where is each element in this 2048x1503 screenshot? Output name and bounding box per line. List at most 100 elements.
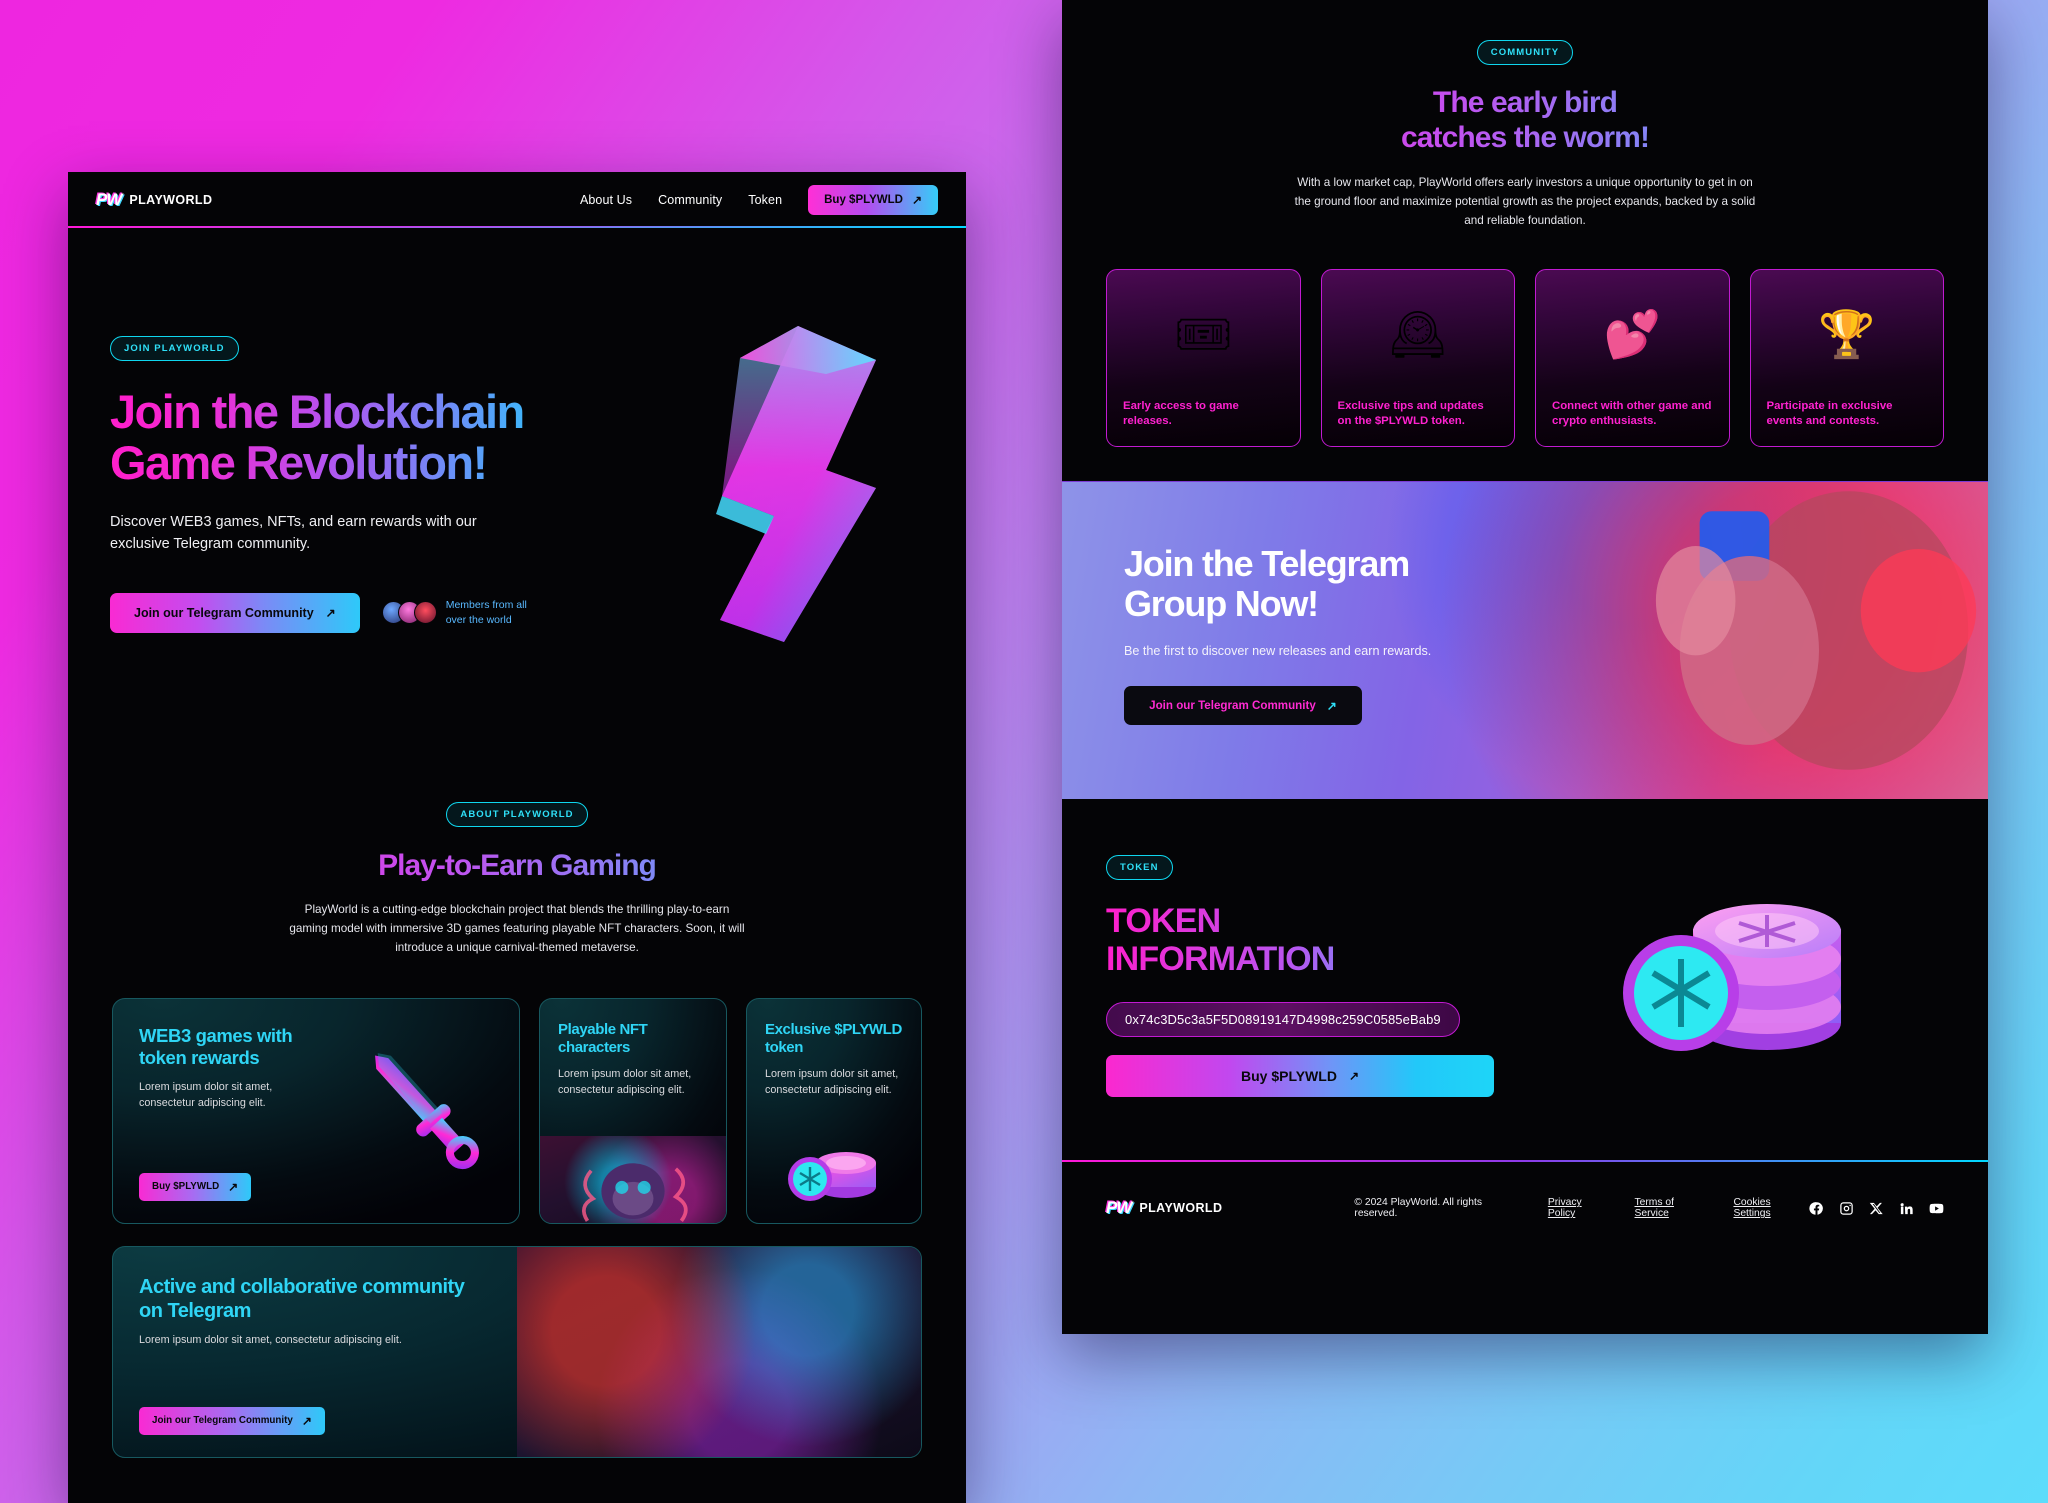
coin-stack-icon — [765, 1129, 903, 1223]
community-telegram-card: Active and collaborative community on Te… — [112, 1245, 922, 1458]
avatar-stack — [381, 601, 437, 625]
community-card-body: Lorem ipsum dolor sit amet, consectetur … — [139, 1333, 402, 1346]
hearts-icon: 💕 — [1603, 307, 1661, 360]
arrow-up-right-icon: ↗ — [325, 605, 336, 620]
benefit-card-connect: 💕 Connect with other game and crypto ent… — [1535, 268, 1730, 447]
telegram-join-label: Join our Telegram Community — [1149, 699, 1316, 713]
nav-buy-label: Buy $PLYWLD — [824, 193, 903, 206]
hero-join-telegram-button[interactable]: Join our Telegram Community ↗ — [110, 592, 360, 633]
token-contract-address[interactable]: 0x74c3D5c3a5F5D08919147D4998c259C0585eBa… — [1106, 1001, 1460, 1037]
about-paragraph: PlayWorld is a cutting-edge blockchain p… — [289, 903, 745, 954]
arrow-up-right-icon: ↗ — [301, 1413, 312, 1428]
feature-card-body: Lorem ipsum dolor sit amet, consectetur … — [139, 1080, 273, 1109]
x-icon[interactable] — [1869, 1201, 1884, 1216]
footer-link-cookies-settings[interactable]: Cookies Settings — [1733, 1197, 1809, 1219]
early-bird-title-line1: The early bird — [1432, 86, 1618, 119]
brand-logo[interactable]: PW PLAYWORLD — [96, 190, 212, 210]
telegram-banner-content: Join the Telegram Group Now! Be the firs… — [1062, 482, 1988, 726]
footer-link-privacy-policy[interactable]: Privacy Policy — [1548, 1197, 1611, 1219]
community-card-content: Active and collaborative community on Te… — [113, 1247, 517, 1457]
arrow-up-right-icon: ↗ — [911, 192, 922, 207]
trophy-icon: 🏆 — [1818, 307, 1876, 360]
early-bird-title: The early bird catches the worm! — [1062, 85, 1988, 156]
benefit-card-text: Exclusive tips and updates on the $PLYWL… — [1337, 399, 1484, 428]
feature-card-buy-button[interactable]: Buy $PLYWLD ↗ — [139, 1172, 252, 1201]
token-info-block: TOKEN TOKEN INFORMATION 0x74c3D5c3a5F5D0… — [1106, 854, 1526, 1097]
token-title-line1: TOKEN — [1106, 901, 1221, 940]
lightning-bolt-3d-art — [716, 326, 876, 642]
nav-item-community[interactable]: Community — [658, 193, 722, 207]
hero-title: Join the Blockchain Game Revolution! — [110, 386, 590, 489]
token-buy-button[interactable]: Buy $PLYWLD ↗ — [1106, 1054, 1494, 1097]
token-title-line2: INFORMATION — [1106, 939, 1335, 978]
feature-card-buy-label: Buy $PLYWLD — [152, 1181, 220, 1193]
brand-name: PLAYWORLD — [129, 192, 213, 207]
landing-page-panel-left: PW PLAYWORLD About Us Community Token Bu… — [68, 172, 966, 1503]
community-card-join-button[interactable]: Join our Telegram Community ↗ — [139, 1406, 325, 1435]
footer-brand-logo[interactable]: PW PLAYWORLD — [1106, 1198, 1222, 1218]
token-coin-stack-art — [1526, 855, 1944, 1077]
early-bird-badge: COMMUNITY — [1476, 40, 1574, 65]
telegram-banner-join-button[interactable]: Join our Telegram Community ↗ — [1124, 686, 1362, 726]
hero-section: JOIN PLAYWORLD Join the Blockchain Game … — [68, 228, 966, 788]
benefit-card-exclusive-tips: 🕰 Exclusive tips and updates on the $PLY… — [1320, 268, 1515, 447]
ticket-icon: 🎟 — [1174, 307, 1233, 360]
nft-monkey-photo — [540, 1135, 726, 1223]
instagram-icon[interactable] — [1839, 1201, 1854, 1216]
members-group: Members from all over the world — [381, 598, 542, 626]
feature-card-title: Exclusive $PLYWLD token — [765, 1020, 902, 1056]
footer-socials — [1809, 1201, 1944, 1216]
benefit-card-early-access: 🎟 Early access to game releases. — [1106, 268, 1301, 447]
community-crowd-photo — [517, 1246, 921, 1457]
footer-copyright: © 2024 PlayWorld. All rights reserved. — [1354, 1197, 1482, 1220]
pw-monogram-icon: PW — [1106, 1198, 1132, 1218]
members-label: Members from all over the world — [445, 599, 527, 626]
footer: PW PLAYWORLD © 2024 PlayWorld. All right… — [1062, 1160, 1988, 1255]
community-card-join-label: Join our Telegram Community — [152, 1415, 293, 1427]
benefit-card-text: Connect with other game and crypto enthu… — [1552, 399, 1712, 428]
early-bird-paragraph: With a low market cap, PlayWorld offers … — [1294, 175, 1756, 227]
arrow-up-right-icon: ↗ — [1326, 698, 1337, 713]
feature-card-nft-characters: Playable NFT characters Lorem ipsum dolo… — [539, 997, 727, 1224]
linkedin-icon[interactable] — [1899, 1201, 1914, 1216]
footer-brand-name: PLAYWORLD — [1139, 1201, 1223, 1216]
pw-monogram-icon: PW — [96, 189, 122, 209]
feature-card-title: Playable NFT characters — [558, 1020, 648, 1056]
youtube-icon[interactable] — [1929, 1201, 1944, 1216]
benefit-card-events: 🏆 Participate in exclusive events and co… — [1749, 268, 1944, 447]
feature-card-plywld-token: Exclusive $PLYWLD token Lorem ipsum dolo… — [746, 997, 922, 1224]
feature-card-web3-games: WEB3 games with token rewards Lorem ipsu… — [112, 997, 520, 1224]
early-bird-section: COMMUNITY The early bird catches the wor… — [1062, 0, 1988, 231]
telegram-title-line2: Group Now! — [1124, 582, 1319, 624]
footer-link-terms-of-service[interactable]: Terms of Service — [1635, 1197, 1710, 1219]
arrow-up-right-icon: ↗ — [228, 1179, 239, 1194]
token-badge: TOKEN — [1106, 854, 1173, 880]
feature-card-body: Lorem ipsum dolor sit amet, consectetur … — [558, 1068, 692, 1097]
about-title: Play-to-Earn Gaming — [68, 849, 966, 883]
arrow-up-right-icon: ↗ — [1348, 1068, 1359, 1083]
nav-item-token[interactable]: Token — [748, 193, 782, 207]
hero-subtitle: Discover WEB3 games, NFTs, and earn rewa… — [110, 513, 477, 552]
nav-item-about-us[interactable]: About Us — [580, 193, 632, 207]
landing-page-panel-right: COMMUNITY The early bird catches the wor… — [1062, 0, 1988, 1334]
telegram-banner-title: Join the Telegram Group Now! — [1124, 542, 1988, 625]
clock-icon: 🕰 — [1388, 307, 1447, 360]
benefit-card-text: Early access to game releases. — [1123, 399, 1239, 428]
benefit-card-text: Participate in exclusive events and cont… — [1766, 399, 1893, 428]
feature-card-body: Lorem ipsum dolor sit amet, consectetur … — [765, 1068, 899, 1097]
about-section: ABOUT PLAYWORLD Play-to-Earn Gaming Play… — [68, 788, 966, 958]
nav-buy-plywld-button[interactable]: Buy $PLYWLD ↗ — [808, 184, 938, 215]
telegram-banner: Join the Telegram Group Now! Be the firs… — [1062, 480, 1988, 799]
footer-legal: © 2024 PlayWorld. All rights reserved. P… — [1354, 1197, 1809, 1219]
early-bird-title-line2: catches the worm! — [1400, 121, 1650, 155]
benefits-row: 🎟 Early access to game releases. 🕰 Exclu… — [1062, 231, 1988, 447]
hero-badge: JOIN PLAYWORLD — [110, 336, 239, 361]
community-card-title: Active and collaborative community on Te… — [139, 1275, 465, 1322]
hero-join-label: Join our Telegram Community — [134, 605, 314, 620]
token-title: TOKEN INFORMATION — [1106, 902, 1526, 978]
feature-cards-row: WEB3 games with token rewards Lorem ipsu… — [68, 958, 966, 1224]
nav-links: About Us Community Token Buy $PLYWLD ↗ — [580, 184, 938, 215]
facebook-icon[interactable] — [1809, 1201, 1824, 1216]
token-buy-label: Buy $PLYWLD — [1240, 1067, 1337, 1084]
telegram-title-line1: Join the Telegram — [1124, 542, 1410, 584]
